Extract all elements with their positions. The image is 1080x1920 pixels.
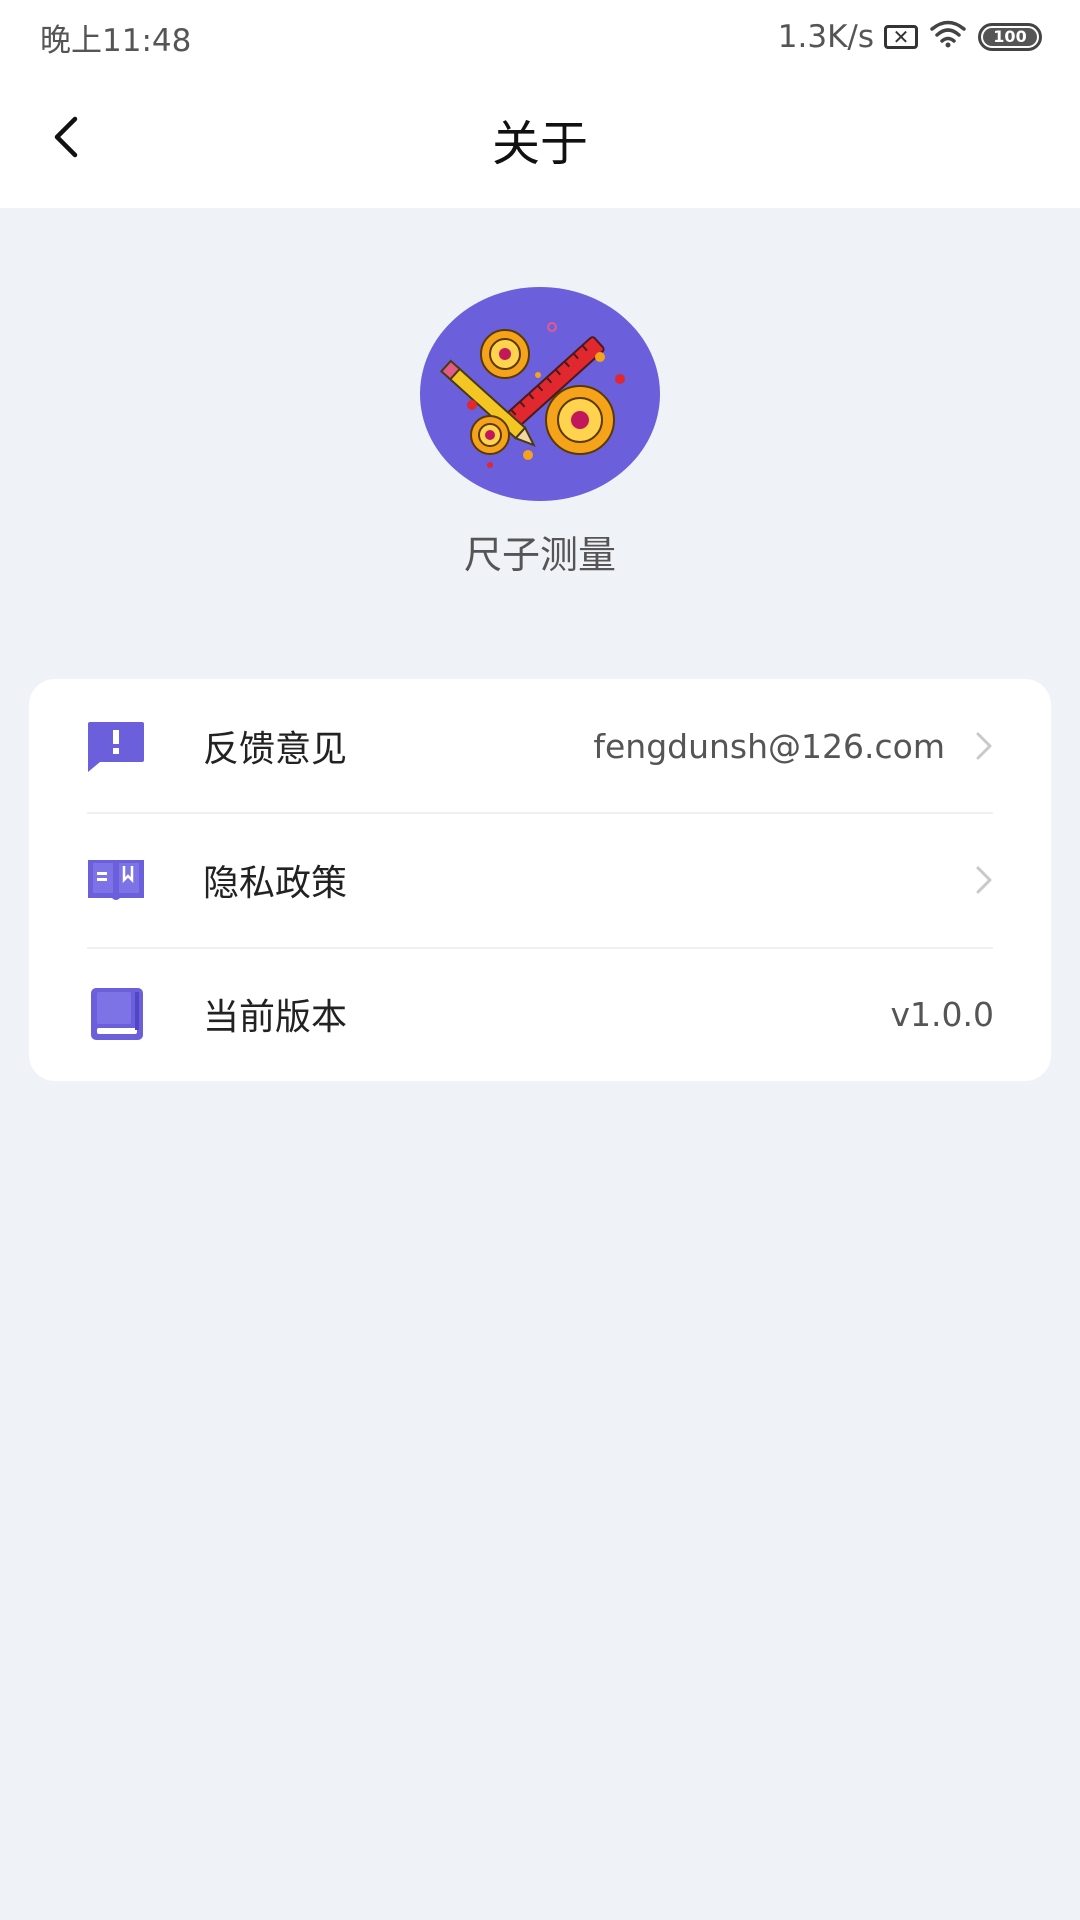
page-title: 关于 (491, 116, 588, 172)
gears-ruler-pencil-logo (420, 287, 660, 501)
app-header: 关于 (0, 74, 1080, 208)
book-icon (88, 860, 144, 900)
battery-level: 100 (983, 28, 1037, 46)
sim-x-icon: ✕ (884, 25, 918, 49)
status-indicators: 1.3K/s ✕ 100 (778, 18, 1042, 56)
app-logo (420, 287, 660, 501)
about-settings-card: 反馈意见 fengdunsh@126.com 隐私政策 当前版本 v1.0.0 (29, 679, 1051, 1081)
status-time: 晚上11:48 (40, 22, 192, 59)
privacy-policy-label: 隐私政策 (203, 863, 348, 904)
feedback-email: fengdunsh@126.com (593, 726, 945, 766)
feedback-icon (88, 722, 144, 772)
battery-icon: 100 (978, 23, 1042, 51)
version-row: 当前版本 v1.0.0 (29, 947, 1051, 1081)
status-bar: 晚上11:48 1.3K/s ✕ 100 (0, 0, 1080, 74)
net-speed: 1.3K/s (777, 19, 874, 55)
app-name: 尺子测量 (463, 533, 616, 577)
feedback-row[interactable]: 反馈意见 fengdunsh@126.com (29, 679, 1051, 813)
wifi-icon (928, 18, 968, 56)
version-value: v1.0.0 (890, 994, 995, 1034)
version-icon (91, 988, 143, 1040)
version-label: 当前版本 (203, 997, 348, 1038)
feedback-label: 反馈意见 (203, 729, 348, 770)
chevron-right-icon (976, 732, 992, 760)
chevron-right-icon (976, 866, 992, 894)
privacy-policy-row[interactable]: 隐私政策 (29, 813, 1051, 947)
